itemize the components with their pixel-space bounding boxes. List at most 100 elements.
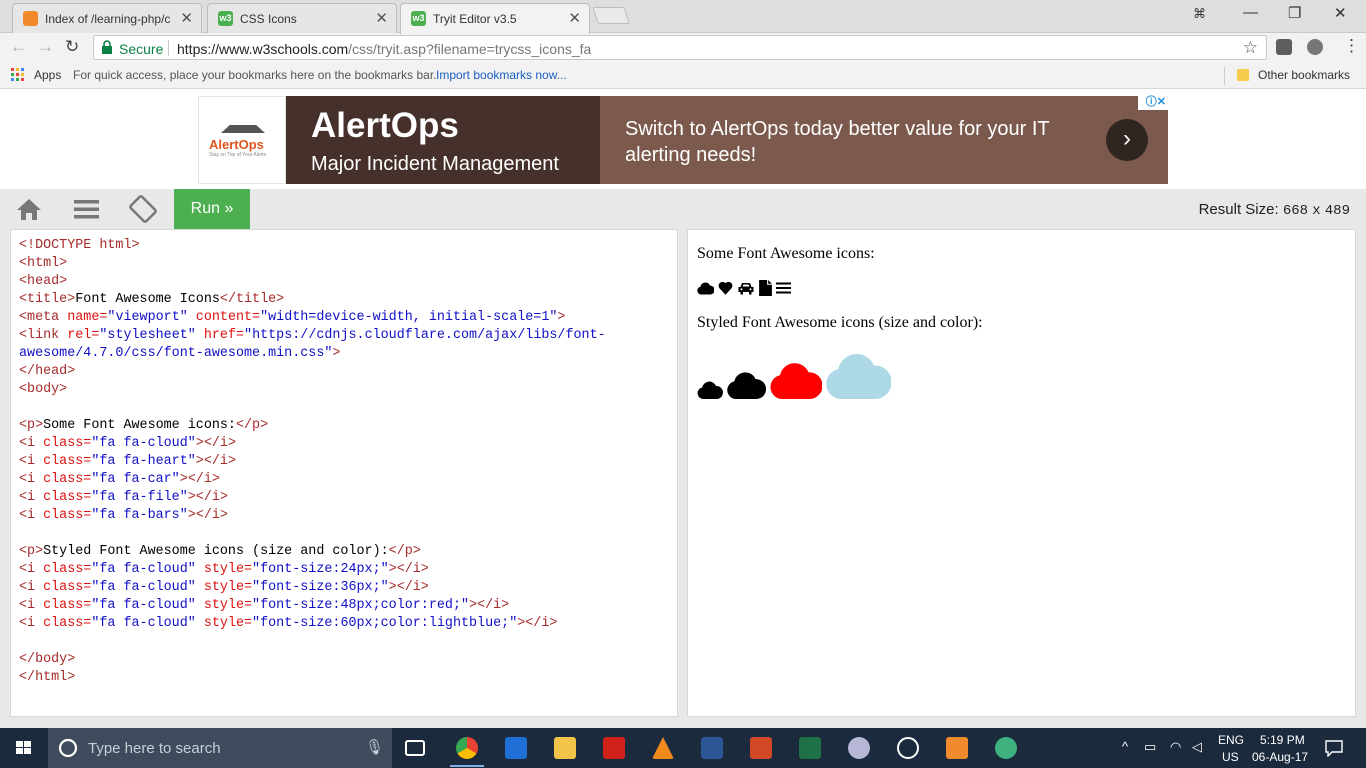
extension-shield-icon[interactable] — [1276, 39, 1292, 55]
microphone-icon[interactable]: 🎙 — [365, 738, 384, 756]
code-token: style= — [195, 598, 253, 613]
windows-start-icon[interactable] — [0, 728, 48, 768]
rotate-orientation-icon[interactable] — [119, 189, 167, 229]
close-icon[interactable]: ✕ — [180, 9, 193, 27]
ad-message: Switch to AlertOps today better value fo… — [625, 118, 1050, 166]
code-token: "fa fa-cloud" — [91, 436, 196, 451]
code-token: name= — [67, 310, 108, 325]
atom-icon[interactable] — [995, 737, 1017, 759]
url-text[interactable]: https://www.w3schools.com/css/tryit.asp?… — [177, 41, 591, 57]
forward-arrow-icon[interactable]: → — [37, 37, 54, 57]
search-placeholder: Type here to search — [88, 740, 221, 757]
code-token: style= — [195, 580, 253, 595]
result-heading-styled: Styled Font Awesome icons (size and colo… — [697, 314, 983, 331]
home-icon[interactable] — [5, 189, 53, 229]
language-top[interactable]: ENG — [1218, 733, 1244, 747]
code-token: class= — [43, 472, 92, 487]
cloud-icon — [826, 354, 891, 399]
alarm-clock-icon[interactable] — [897, 737, 919, 759]
result-width: 668 — [1282, 203, 1309, 219]
file-explorer-icon[interactable] — [554, 737, 576, 759]
ad-brand-panel: AlertOps Major Incident Management — [286, 96, 600, 184]
security-shield-icon[interactable] — [505, 737, 527, 759]
run-button[interactable]: Run » — [174, 189, 250, 229]
code-token: "fa fa-bars" — [91, 508, 188, 523]
tab-tryit-editor[interactable]: w3 Tryit Editor v3.5 ✕ — [400, 3, 590, 34]
chevron-right-icon[interactable]: › — [1106, 119, 1148, 161]
import-bookmarks-link[interactable]: Import bookmarks now... — [436, 68, 567, 82]
cloud-icon — [697, 282, 714, 295]
code-token: content= — [187, 310, 261, 325]
code-line: <body> — [19, 381, 606, 399]
xampp-icon[interactable] — [946, 737, 968, 759]
extension-gear-icon[interactable] — [1307, 39, 1323, 55]
ad-brand-name: AlertOps — [311, 106, 459, 145]
powerpoint-icon[interactable] — [750, 737, 772, 759]
menu-icon[interactable]: ⋮ — [1343, 36, 1360, 56]
taskbar-search[interactable]: Type here to search 🎙 — [48, 728, 392, 768]
code-line: <p>Some Font Awesome icons:</p> — [19, 417, 606, 435]
tab-css-icons[interactable]: w3 CSS Icons ✕ — [207, 3, 397, 34]
ad-logo-tagline: Stay on Top of Your Alerts — [209, 152, 267, 158]
minimize-button[interactable]: — — [1243, 4, 1258, 21]
back-arrow-icon[interactable]: ← — [10, 37, 27, 57]
other-bookmarks-link[interactable]: Other bookmarks — [1258, 68, 1350, 82]
volume-icon[interactable]: ◁ — [1192, 739, 1202, 755]
code-line: <i class="fa fa-cloud"></i> — [19, 435, 606, 453]
cloud-icon — [770, 363, 822, 399]
vlc-icon[interactable] — [652, 737, 674, 759]
acrobat-icon[interactable] — [603, 737, 625, 759]
clock-date[interactable]: 06-Aug-17 — [1252, 750, 1308, 764]
divider — [1224, 67, 1225, 85]
code-line: <meta name="viewport" content="width=dev… — [19, 309, 606, 327]
reload-icon[interactable]: ↻ — [65, 37, 79, 57]
close-icon[interactable]: ✕ — [375, 9, 388, 27]
code-token: <i — [19, 454, 44, 469]
menu-bars-icon[interactable] — [62, 189, 110, 229]
excel-icon[interactable] — [799, 737, 821, 759]
lock-icon — [102, 40, 112, 54]
restore-button[interactable]: ❐ — [1288, 4, 1301, 22]
ad-banner[interactable]: AlertOps Stay on Top of Your Alerts Aler… — [198, 96, 1168, 184]
cloud-icon — [697, 381, 723, 399]
profile-icon[interactable]: ⌘ — [1193, 6, 1206, 22]
code-token: ></i> — [195, 454, 236, 469]
code-line: </head> — [19, 363, 606, 381]
result-x: x — [1312, 203, 1321, 219]
paint-icon[interactable] — [848, 737, 870, 759]
code-token: </title> — [219, 292, 285, 307]
battery-icon[interactable]: ▭ — [1144, 739, 1156, 755]
code-token: class= — [43, 454, 92, 469]
code-editor[interactable]: <!DOCTYPE html> <html> <head> <title>Font A… — [10, 229, 678, 717]
apps-grid-icon[interactable] — [11, 68, 25, 82]
code-text[interactable]: <!DOCTYPE html> <html> <head> <title>Font A… — [19, 237, 606, 687]
apps-link[interactable]: Apps — [34, 68, 61, 82]
close-window-button[interactable]: ✕ — [1334, 4, 1347, 22]
code-token: style= — [195, 616, 253, 631]
chevron-up-icon[interactable]: ^ — [1122, 739, 1128, 754]
code-token: > — [557, 310, 566, 325]
ad-logo-word: AlertOps — [209, 137, 264, 152]
result-frame: Some Font Awesome icons: Styled Font Awe… — [687, 229, 1356, 717]
code-line: <i class="fa fa-cloud" style="font-size:… — [19, 597, 606, 615]
wifi-icon[interactable]: ◠ — [1170, 739, 1181, 755]
code-token: <i — [19, 472, 44, 487]
code-line: <link rel="stylesheet" href="https://cdn… — [19, 327, 606, 345]
ad-choices-icon[interactable]: ⓘ✕ — [1138, 96, 1168, 110]
close-icon[interactable]: ✕ — [568, 9, 581, 27]
clock-time[interactable]: 5:19 PM — [1260, 733, 1305, 747]
chrome-icon[interactable] — [450, 737, 484, 767]
new-tab-button[interactable] — [592, 7, 630, 24]
code-line: </body> — [19, 651, 606, 669]
task-view-icon[interactable] — [405, 740, 425, 756]
notification-icon[interactable] — [1325, 739, 1343, 757]
bookmark-star-icon[interactable]: ☆ — [1243, 38, 1258, 58]
code-token: class= — [43, 508, 92, 523]
tab-index-learning-php[interactable]: Index of /learning-php/c ✕ — [12, 3, 202, 34]
language-bottom[interactable]: US — [1222, 750, 1239, 764]
word-icon[interactable] — [701, 737, 723, 759]
code-token: href= — [195, 328, 245, 343]
tab-title: Index of /learning-php/c — [45, 12, 171, 26]
address-bar[interactable]: Secure https://www.w3schools.com/css/try… — [93, 35, 1267, 60]
